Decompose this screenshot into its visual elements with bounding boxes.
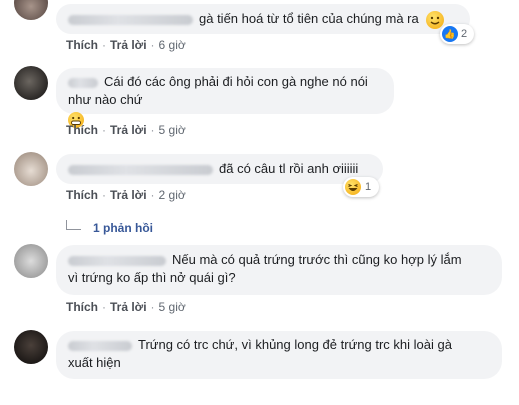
like-link[interactable]: Thích [66, 188, 98, 202]
comment-text-line-1: Nếu mà có quả trứng trước thì cũng ko hợ… [172, 252, 462, 267]
timestamp[interactable]: 6 giờ [159, 38, 186, 52]
comment-bubble: Nếu mà có quả trứng trước thì cũng ko hợ… [56, 245, 502, 295]
comment-text-line-2: vì trứng ko ấp thì nở quái gì? [68, 270, 236, 285]
avatar[interactable] [14, 244, 48, 278]
like-icon: 👍 [442, 26, 458, 42]
comment-bubble: gà tiến hoá từ tổ tiên của chúng mà ra [56, 4, 470, 34]
redacted-author-name[interactable] [68, 164, 213, 175]
comment-bubble: Trứng có trc chứ, vì khủng long đẻ trứng… [56, 331, 502, 379]
like-link[interactable]: Thích [66, 38, 98, 52]
reply-link[interactable]: Trả lời [110, 38, 147, 52]
comment-text-line-2: xuất hiện [68, 355, 121, 370]
redacted-author-name[interactable] [68, 255, 166, 266]
timestamp[interactable]: 5 giờ [159, 123, 186, 137]
reaction-badge[interactable]: 1 [343, 177, 379, 197]
comment-bubble: Cái đó các ông phải đi hỏi con gà nghe n… [56, 68, 394, 128]
view-replies-link[interactable]: 1 phản hồi [66, 220, 153, 235]
replies-count-label: 1 phản hồi [93, 221, 153, 235]
redacted-author-name[interactable] [68, 77, 98, 88]
reply-link[interactable]: Trả lời [110, 300, 147, 314]
comment-text: đã có câu tl rồi anh ơiiiiii [219, 161, 359, 176]
timestamp[interactable]: 5 giờ [159, 300, 186, 314]
comment-actions: Thích · Trả lời · 6 giờ [66, 38, 186, 52]
like-link[interactable]: Thích [66, 300, 98, 314]
redacted-author-name[interactable] [68, 340, 132, 351]
reply-link[interactable]: Trả lời [110, 188, 147, 202]
comment-actions: Thích · Trả lời · 2 giờ [66, 188, 186, 202]
comment-bubble: đã có câu tl rồi anh ơiiiiii [56, 154, 383, 184]
timestamp[interactable]: 2 giờ [159, 188, 186, 202]
reaction-count: 2 [461, 28, 468, 40]
avatar[interactable] [14, 330, 48, 364]
reply-link[interactable]: Trả lời [110, 123, 147, 137]
comment-text-line-1: Trứng có trc chứ, vì khủng long đẻ trứng… [138, 337, 452, 352]
comment-actions: Thích · Trả lời · 5 giờ [66, 123, 186, 137]
like-link[interactable]: Thích [66, 123, 98, 137]
reply-arrow-icon [66, 220, 81, 230]
avatar[interactable] [14, 66, 48, 100]
haha-emoji-icon [345, 179, 361, 195]
smile-emoji-icon [426, 10, 445, 29]
reaction-badge[interactable]: 👍 2 [440, 24, 474, 44]
reaction-count: 1 [365, 181, 372, 193]
avatar[interactable] [14, 152, 48, 186]
comment-text: gà tiến hoá từ tổ tiên của chúng mà ra [199, 11, 419, 26]
redacted-author-name[interactable] [68, 14, 193, 25]
avatar[interactable] [14, 0, 48, 20]
comment-text: Cái đó các ông phải đi hỏi con gà nghe n… [68, 74, 368, 107]
comment-actions: Thích · Trả lời · 5 giờ [66, 300, 186, 314]
